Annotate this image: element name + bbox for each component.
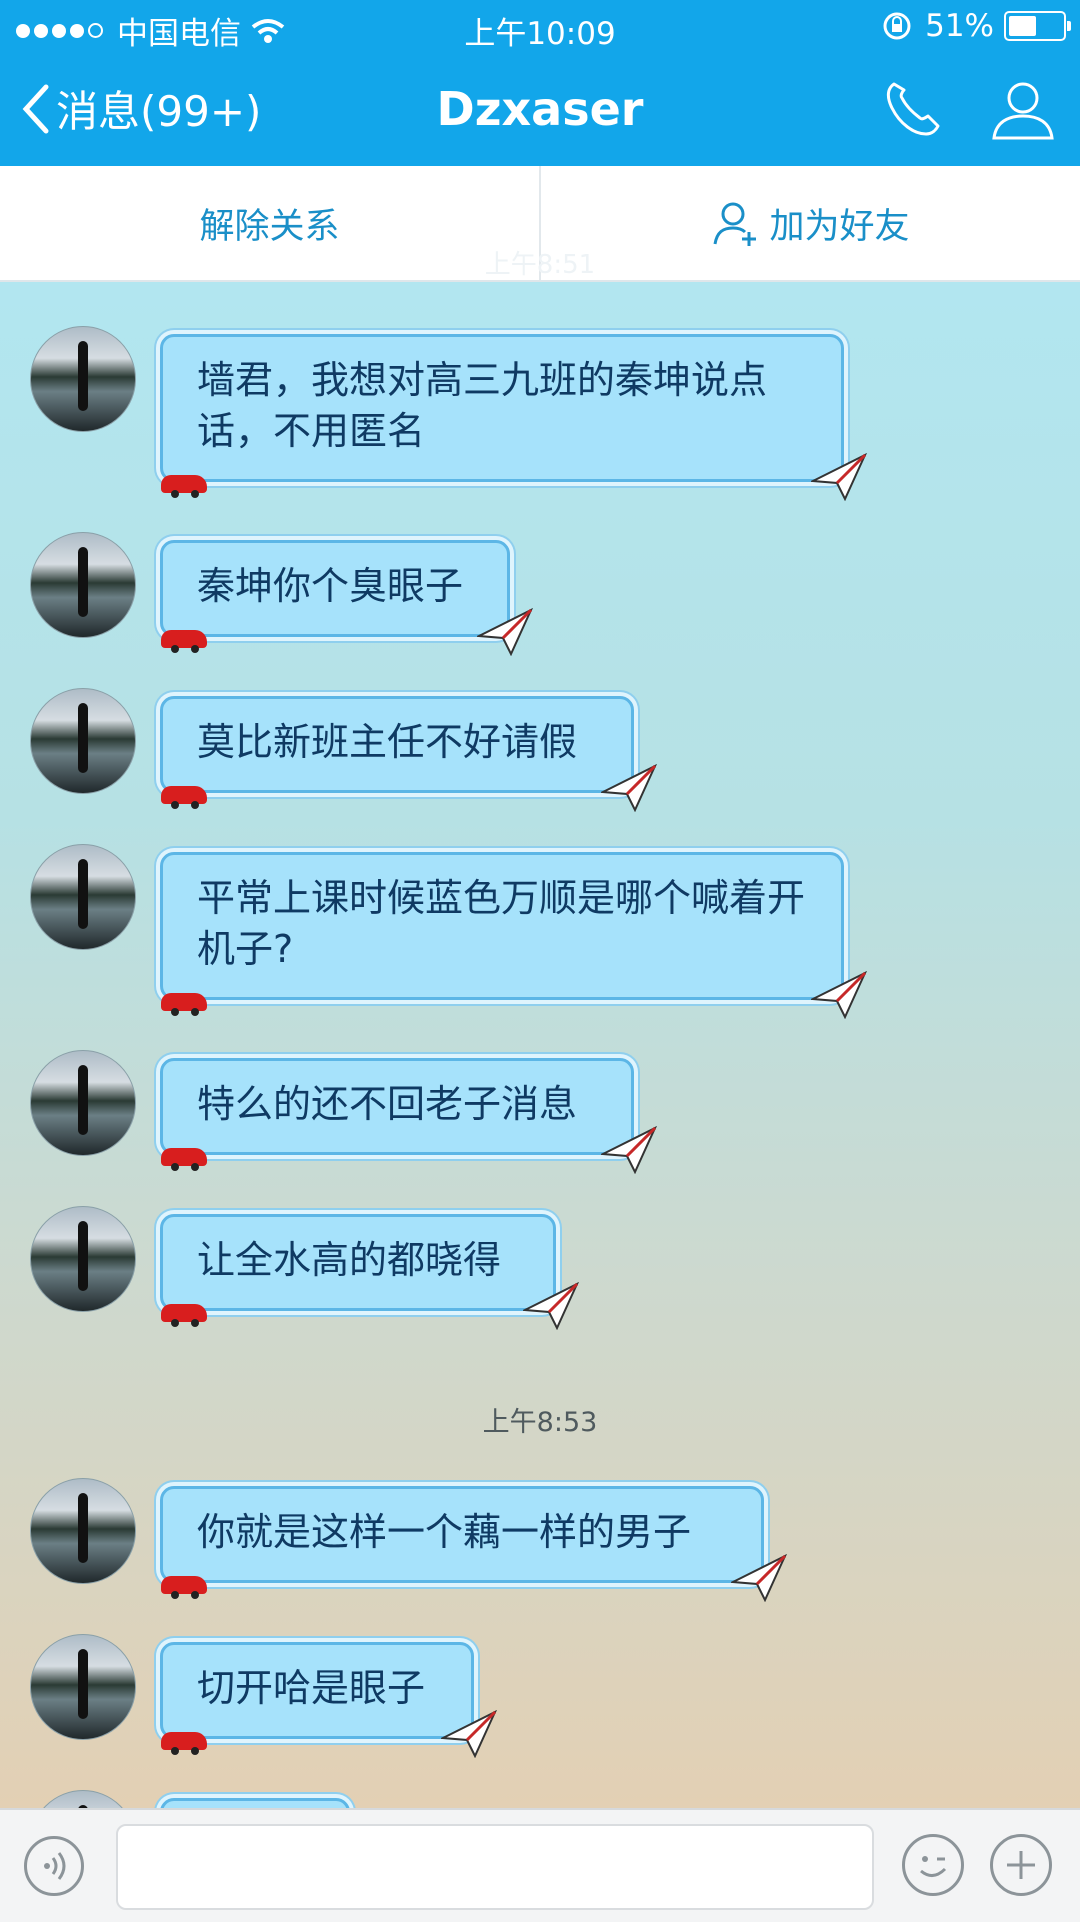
voice-button[interactable] — [24, 1836, 84, 1896]
nav-bar: 消息(99+) Dzxaser — [0, 54, 1080, 166]
emoji-icon — [920, 1856, 947, 1877]
voice-icon — [44, 1852, 66, 1880]
paper-plane-icon — [731, 1554, 787, 1602]
message-text: 秦坤你个臭眼子 — [197, 564, 464, 608]
car-icon — [161, 1576, 207, 1599]
message-bubble[interactable]: 你就是这样一个藕一样的男子 — [160, 1486, 787, 1602]
message-bubble[interactable]: 让全水高的都晓得 — [160, 1214, 579, 1330]
paper-plane-icon — [523, 1282, 579, 1330]
avatar[interactable] — [30, 1050, 136, 1156]
status-bar: 中国电信 上午10:09 51% — [0, 0, 1080, 54]
chat-area[interactable]: 墙君，我想对高三九班的秦坤说点话，不用匿名 秦坤你个臭眼子 莫比新班主任不好请假… — [0, 282, 1080, 1808]
message-text: 你就是这样一个藕一样的男子 — [197, 1510, 692, 1554]
message-text: 墙君，我想对高三九班的秦坤说点话，不用匿名 — [197, 358, 768, 453]
message-bubble[interactable]: 墙君，我想对高三九班的秦坤说点话，不用匿名 — [160, 334, 867, 501]
message-bubble[interactable]: 莫比新班主任不好请假 — [160, 696, 657, 812]
time-separator: 上午8:53 — [482, 1407, 598, 1438]
message-bubble[interactable]: 秦坤你个臭眼子 — [160, 540, 533, 656]
paper-plane-icon — [811, 453, 867, 501]
avatar[interactable] — [30, 1478, 136, 1584]
avatar[interactable] — [30, 688, 136, 794]
message-bubble[interactable] — [160, 1798, 350, 1808]
avatar[interactable] — [30, 532, 136, 638]
message-bubble[interactable]: 特么的还不回老子消息 — [160, 1058, 657, 1174]
paper-plane-icon — [441, 1710, 497, 1758]
ghost-time-label: 上午8:51 — [484, 250, 596, 280]
message-input[interactable] — [116, 1824, 874, 1910]
paper-plane-icon — [811, 971, 867, 1019]
plus-icon — [1007, 1851, 1035, 1879]
car-icon — [161, 1304, 207, 1327]
message-text: 平常上课时候蓝色万顺是哪个喊着开机子? — [197, 876, 806, 971]
status-right: 51% — [881, 8, 1071, 44]
battery-icon — [1004, 11, 1071, 41]
message-text: 切开哈是眼子 — [197, 1666, 426, 1710]
plus-button[interactable] — [990, 1834, 1052, 1896]
remove-relation-label: 解除关系 — [199, 206, 340, 247]
lock-rotation-icon — [883, 12, 911, 40]
avatar[interactable] — [30, 326, 136, 432]
emoji-button[interactable] — [902, 1834, 964, 1896]
top-header: 中国电信 上午10:09 51% 消息(99+) Dzxaser — [0, 0, 1080, 166]
paper-plane-icon — [477, 608, 533, 656]
car-icon — [161, 993, 207, 1016]
message-text: 莫比新班主任不好请假 — [197, 720, 578, 764]
message-text: 让全水高的都晓得 — [197, 1238, 502, 1282]
add-friend-icon — [714, 202, 757, 246]
message-text: 特么的还不回老子消息 — [197, 1082, 578, 1126]
car-icon — [161, 630, 207, 653]
paper-plane-icon — [601, 1126, 657, 1174]
car-icon — [161, 1148, 207, 1171]
car-icon — [161, 475, 207, 498]
battery-percent: 51% — [925, 8, 994, 44]
add-friend-label: 加为好友 — [769, 206, 910, 247]
message-bubble[interactable]: 切开哈是眼子 — [160, 1642, 497, 1758]
avatar[interactable] — [30, 1790, 136, 1808]
profile-icon[interactable] — [990, 76, 1056, 142]
avatar[interactable] — [30, 1206, 136, 1312]
avatar[interactable] — [30, 844, 136, 950]
avatar[interactable] — [30, 1634, 136, 1740]
paper-plane-icon — [601, 764, 657, 812]
phone-icon[interactable] — [880, 78, 942, 140]
car-icon — [161, 1732, 207, 1755]
message-bubble[interactable]: 平常上课时候蓝色万顺是哪个喊着开机子? — [160, 852, 867, 1019]
input-bar — [0, 1808, 1080, 1922]
car-icon — [161, 786, 207, 809]
